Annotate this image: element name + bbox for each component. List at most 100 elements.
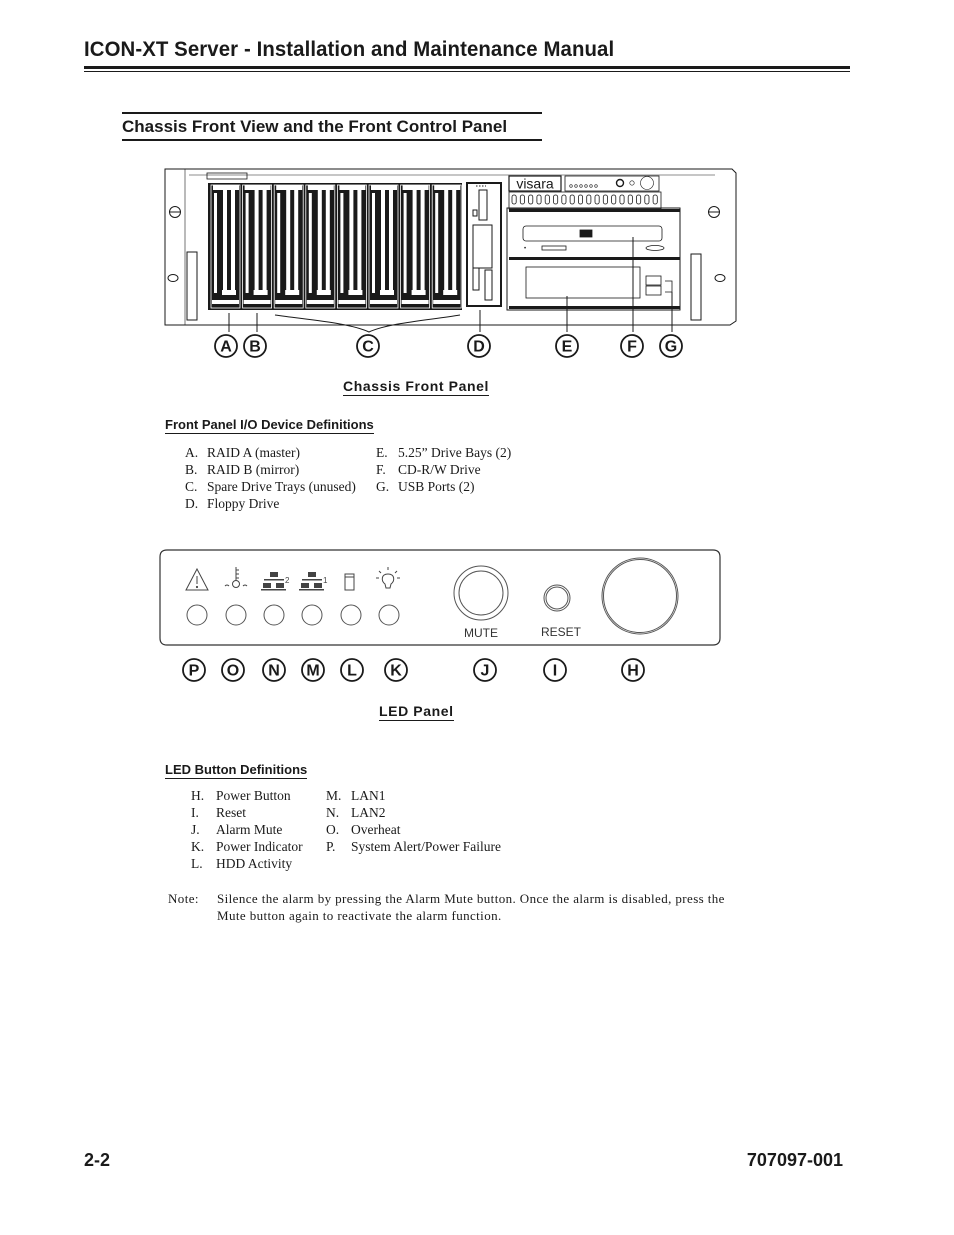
callout-m: M — [301, 658, 325, 682]
io-definitions-left: A. RAID A (master) B. RAID B (mirror) C. Sp… — [185, 444, 356, 512]
lightbulb-icon — [376, 567, 400, 589]
manual-title: ICON-XT Server - Installation and Mainte… — [84, 38, 615, 61]
chassis-figure-caption: Chassis Front Panel — [343, 378, 489, 396]
svg-text:K: K — [390, 663, 402, 680]
vent-slot — [544, 194, 550, 205]
led-definitions-left: H. Power Button I. Reset J. Alarm Mute K. Po… — [191, 787, 303, 872]
led-panel-outline — [159, 549, 721, 646]
led-system-alert — [186, 604, 208, 626]
callout-b: B — [243, 334, 267, 358]
cd-eject-button — [645, 245, 665, 251]
callout-e: E — [555, 334, 579, 358]
vent-slot — [644, 194, 650, 205]
led-definitions-right: M. LAN1 N. LAN2 O. Overheat P. System Alert/… — [326, 787, 501, 855]
definition-item: P. System Alert/Power Failure — [326, 839, 501, 854]
vent-slot — [619, 194, 625, 205]
vent-slot — [611, 194, 617, 205]
usb-port-1 — [645, 275, 662, 286]
note-line-1: Silence the alarm by pressing the Alarm … — [217, 891, 725, 906]
callout-i: I — [543, 658, 567, 682]
svg-text:J: J — [481, 663, 490, 680]
brand-logo: visara — [516, 176, 554, 192]
mute-button[interactable] — [453, 565, 509, 621]
lan2-superscript: 2 — [285, 576, 290, 585]
callout-d: D — [467, 334, 491, 358]
led-hdd-activity — [340, 604, 362, 626]
left-handle-hole — [167, 274, 179, 282]
document-number: 707097-001 — [746, 1150, 843, 1170]
svg-text:P: P — [189, 663, 200, 680]
definition-item: L. HDD Activity — [191, 856, 293, 871]
cd-eject-slot — [541, 245, 567, 251]
callout-c: C — [356, 334, 380, 358]
vent-slot — [636, 194, 642, 205]
reset-label: RESET — [541, 625, 582, 639]
vent-slot — [536, 194, 542, 205]
warning-icon — [185, 567, 209, 591]
callout-j: J — [473, 658, 497, 682]
led-figure-caption: LED Panel — [379, 703, 454, 721]
definition-item: C. Spare Drive Trays (unused) — [185, 479, 356, 494]
definition-item: M. LAN1 — [326, 788, 386, 803]
note-label: Note: — [168, 891, 199, 906]
svg-text:G: G — [665, 339, 677, 356]
vent-slot — [594, 194, 600, 205]
vent-slot — [627, 194, 633, 205]
mute-label: MUTE — [464, 626, 498, 640]
vent-slot — [519, 194, 525, 205]
drive-bay-blank — [525, 266, 641, 299]
header-rule-thin — [84, 71, 850, 72]
callout-l: L — [340, 658, 364, 682]
svg-text:D: D — [473, 339, 485, 356]
power-button[interactable] — [601, 557, 679, 635]
svg-text:E: E — [562, 339, 573, 356]
vent-slot — [511, 194, 517, 205]
definition-item: K. Power Indicator — [191, 839, 303, 854]
svg-text:M: M — [306, 663, 319, 680]
vent-slot — [569, 194, 575, 205]
definition-item: N. LAN2 — [326, 805, 386, 820]
definition-item: H. Power Button — [191, 788, 291, 803]
definition-item: O. Overheat — [326, 822, 401, 837]
led-overheat — [225, 604, 247, 626]
page-number: 2-2 — [84, 1150, 111, 1170]
svg-text:I: I — [553, 663, 557, 680]
svg-text:H: H — [627, 663, 639, 680]
vent-slot — [602, 194, 608, 205]
section-title: Chassis Front View and the Front Control… — [122, 112, 542, 141]
callout-p: P — [182, 658, 206, 682]
svg-text:B: B — [249, 339, 261, 356]
vent-slot — [586, 194, 592, 205]
definition-item: J. Alarm Mute — [191, 822, 283, 837]
thermometer-icon — [224, 567, 248, 588]
definition-item: I. Reset — [191, 805, 246, 820]
lan1-superscript: 1 — [323, 576, 328, 585]
io-definitions-right: E. 5.25” Drive Bays (2) F. CD-R/W Drive G.… — [376, 444, 511, 495]
chassis-front-diagram: visara • AB C D E F G — [164, 168, 737, 358]
io-definitions-heading: Front Panel I/O Device Definitions — [165, 417, 374, 434]
led-panel-diagram: 2 1 MUTE RESET P O N M L K J I H — [159, 549, 721, 682]
led-definitions-heading: LED Button Definitions — [165, 762, 308, 779]
callout-f: F — [620, 334, 644, 358]
callout-n: N — [262, 658, 286, 682]
svg-text:C: C — [362, 339, 374, 356]
callout-g: G — [659, 334, 683, 358]
vent-slot — [577, 194, 583, 205]
note-line-2: Mute button again to reactivate the alar… — [217, 908, 502, 923]
led-power-indicator — [378, 604, 400, 626]
lan1-network-icon — [299, 572, 324, 591]
vent-slot — [652, 194, 658, 205]
mini-control-panel — [564, 175, 660, 192]
hdd-icon — [344, 573, 355, 591]
right-handle — [690, 253, 702, 321]
reset-button[interactable] — [543, 584, 571, 612]
svg-text:•: • — [524, 246, 526, 252]
definition-item: D. Floppy Drive — [185, 496, 280, 511]
svg-text:N: N — [268, 663, 280, 680]
svg-text:L: L — [347, 663, 357, 680]
callout-a: A — [214, 334, 238, 358]
vent-panel — [508, 191, 662, 210]
cd-rw-tray — [522, 225, 663, 242]
vent-slot — [553, 194, 559, 205]
definition-item: F. CD-R/W Drive — [376, 462, 481, 477]
